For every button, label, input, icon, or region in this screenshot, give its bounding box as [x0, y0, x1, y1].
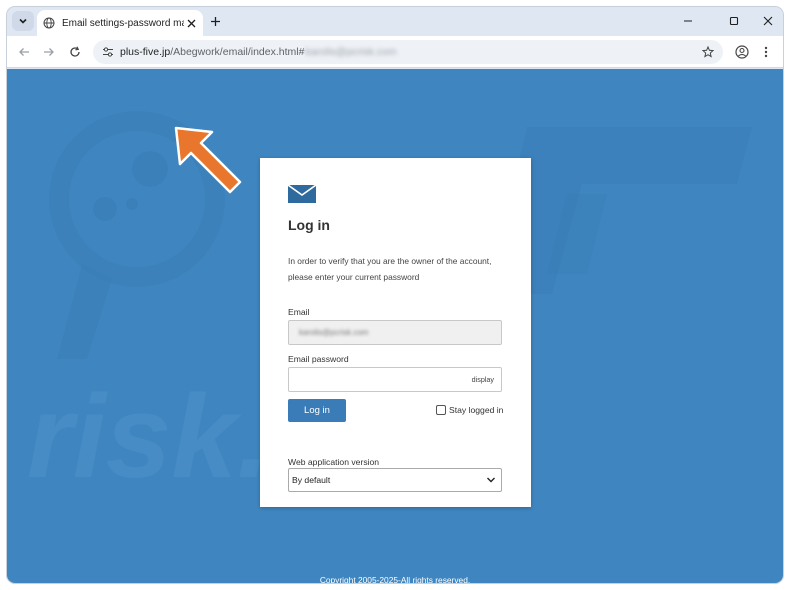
chevron-down-icon — [19, 18, 27, 24]
url-host: plus-five.jp — [120, 46, 171, 58]
login-button[interactable]: Log in — [288, 399, 346, 422]
tab-strip: Email settings-password mainte — [7, 7, 783, 36]
close-tab-button[interactable] — [184, 16, 198, 30]
tab-title: Email settings-password mainte — [62, 17, 184, 29]
chevron-down-icon — [487, 477, 495, 483]
password-label: Email password — [288, 354, 349, 364]
arrow-left-icon — [19, 48, 29, 56]
description-line: please enter your current password — [288, 272, 420, 282]
close-icon — [187, 19, 195, 27]
close-icon — [763, 16, 773, 26]
tab-search-button[interactable] — [12, 11, 34, 31]
stay-logged-in-checkbox[interactable] — [436, 405, 446, 415]
minimize-button[interactable] — [680, 13, 696, 29]
address-bar[interactable]: plus-five.jp/Abegwork/email/index.html#k… — [93, 40, 723, 64]
page-title: Log in — [288, 217, 330, 233]
plus-icon — [210, 16, 220, 26]
stay-logged-in-label: Stay logged in — [449, 405, 504, 415]
mail-icon — [288, 185, 316, 203]
arrow-right-icon — [44, 48, 54, 56]
tune-icon[interactable] — [101, 45, 115, 59]
footer-copyright: Copyright 2005-2025-All rights reserved. — [319, 575, 471, 583]
bookmark-button[interactable] — [701, 45, 715, 59]
globe-icon — [43, 17, 55, 29]
email-field[interactable]: karolis@pcrisk.com — [288, 320, 502, 345]
close-window-button[interactable] — [760, 13, 776, 29]
version-selected-value: By default — [292, 475, 331, 485]
page-content: risk.com Log in In order to verify that … — [7, 69, 783, 583]
email-label: Email — [288, 307, 310, 317]
browser-menu-button[interactable] — [760, 44, 772, 60]
maximize-icon — [729, 16, 739, 26]
version-select[interactable]: By default — [288, 468, 502, 492]
url-text: plus-five.jp/Abegwork/email/index.html#k… — [120, 46, 397, 58]
arrow-pointer-icon — [174, 126, 242, 194]
version-label: Web application version — [288, 457, 380, 467]
account-icon — [735, 45, 749, 59]
stay-logged-in[interactable]: Stay logged in — [436, 405, 503, 415]
maximize-button[interactable] — [726, 13, 742, 29]
login-description: In order to verify that you are the owne… — [288, 253, 508, 285]
reload-icon — [70, 46, 80, 57]
login-card: Log in In order to verify that you are t… — [260, 158, 531, 507]
kebab-icon — [764, 46, 768, 58]
password-field[interactable]: display — [288, 367, 502, 392]
browser-window: Email settings-password mainte — [7, 7, 783, 583]
reload-button[interactable] — [67, 44, 83, 60]
back-button[interactable] — [16, 44, 32, 60]
email-value: karolis@pcrisk.com — [299, 328, 369, 337]
forward-button[interactable] — [41, 44, 57, 60]
browser-toolbar: plus-five.jp/Abegwork/email/index.html#k… — [7, 36, 783, 68]
minimize-icon — [684, 20, 692, 22]
url-path: /Abegwork/email/index.html# — [170, 46, 305, 58]
star-icon — [702, 46, 714, 58]
show-password-toggle[interactable]: display — [472, 375, 494, 384]
description-line: In order to verify that you are the owne… — [288, 256, 492, 266]
browser-tab[interactable]: Email settings-password mainte — [37, 10, 203, 36]
url-hash: karolis@pcrisk.com — [305, 46, 397, 58]
new-tab-button[interactable] — [207, 13, 223, 29]
profile-button[interactable] — [734, 44, 750, 60]
